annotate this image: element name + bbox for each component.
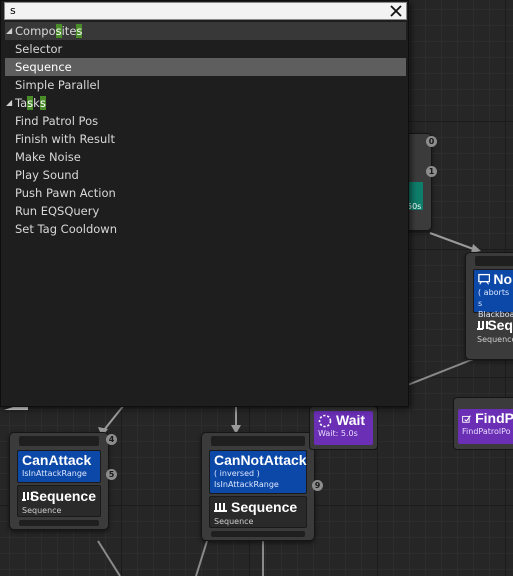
clear-search-button[interactable]: [388, 3, 404, 19]
close-icon: [390, 5, 402, 17]
decorator-sub: IsInAttackRange: [214, 480, 279, 489]
search-input[interactable]: [5, 3, 383, 19]
task-sub: FindPatrolPo: [462, 427, 511, 436]
decorator-title: CanNotAttack: [214, 452, 307, 468]
find-patrol-task-node[interactable]: FindP FindPatrolPo: [453, 397, 513, 450]
list-item-make-noise[interactable]: Make Noise: [5, 148, 406, 166]
index-badge: 1: [426, 166, 437, 177]
wait-icon: [318, 414, 332, 427]
sequence-icon: [22, 491, 33, 501]
decorator-inversed: ( inversed ): [214, 469, 260, 478]
output-pin[interactable]: [19, 520, 99, 526]
collapse-triangle-icon[interactable]: ◢: [5, 94, 15, 112]
composite-title: Sequence: [29, 488, 96, 504]
decorator-sub: IsInAttackRange: [22, 469, 87, 478]
composite-title: Sequence: [231, 499, 298, 515]
action-list: ◢ Composites Selector Sequence Simple Pa…: [5, 22, 406, 238]
blackboard-decorator[interactable]: No ( aborts s Blackboa: [473, 269, 513, 319]
can-attack-decorator[interactable]: CanAttack IsInAttackRange: [17, 450, 101, 483]
list-item-push-pawn-action[interactable]: Push Pawn Action: [5, 184, 406, 202]
category-label: Composites: [15, 24, 83, 38]
wait-task-node[interactable]: Wait Wait: 5.0s: [309, 406, 378, 450]
hidden-node-sub: 50s: [407, 202, 422, 211]
input-pin[interactable]: [211, 436, 305, 446]
list-item-selector[interactable]: Selector: [5, 40, 406, 58]
list-item-set-tag-cooldown[interactable]: Set Tag Cooldown: [5, 220, 406, 238]
category-tasks[interactable]: ◢ Tasks: [5, 94, 406, 112]
output-pin[interactable]: [211, 531, 305, 537]
decorated-sequence-node[interactable]: No ( aborts s Blackboa Seq Sequence: [465, 252, 513, 360]
list-item-sequence[interactable]: Sequence: [5, 58, 406, 76]
index-badge: 4: [106, 434, 117, 445]
can-attack-node[interactable]: 4 CanAttack IsInAttackRange 5 Sequence S…: [9, 432, 117, 530]
category-composites[interactable]: ◢ Composites: [5, 22, 406, 40]
sequence-composite[interactable]: Sequence Sequence: [209, 496, 307, 528]
composite-sub: Sequence: [477, 335, 513, 344]
composite-sub: Sequence: [22, 506, 62, 515]
list-item-run-eqsquery[interactable]: Run EQSQuery: [5, 202, 406, 220]
task-title: Wait: [336, 412, 366, 428]
sequence-icon: [214, 502, 227, 512]
index-badge: 5: [106, 469, 117, 480]
collapse-triangle-icon[interactable]: ◢: [5, 22, 15, 40]
can-not-attack-node[interactable]: 8 CanNotAttack ( inversed ) IsInAttackRa…: [201, 432, 323, 541]
task-title: FindP: [475, 410, 513, 426]
list-item-simple-parallel[interactable]: Simple Parallel: [5, 76, 406, 94]
sequence-composite[interactable]: Seq Sequence: [473, 315, 513, 345]
blackboard-icon: [478, 273, 491, 285]
list-item-find-patrol-pos[interactable]: Find Patrol Pos: [5, 112, 406, 130]
task-icon: [462, 414, 471, 423]
category-label: Tasks: [15, 96, 46, 110]
sequence-composite[interactable]: Sequence Sequence: [17, 485, 101, 517]
node-search-popup[interactable]: ◢ Composites Selector Sequence Simple Pa…: [0, 0, 409, 407]
composite-sub: Sequence: [214, 517, 254, 526]
decorator-aborts: ( aborts s: [478, 288, 510, 308]
composite-title: Seq: [487, 317, 513, 333]
decorator-title: No: [493, 271, 512, 287]
decorator-title: CanAttack: [22, 452, 92, 468]
can-not-attack-decorator[interactable]: CanNotAttack ( inversed ) IsInAttackRang…: [209, 450, 307, 494]
sequence-icon: [477, 320, 488, 330]
list-item-play-sound[interactable]: Play Sound: [5, 166, 406, 184]
list-item-finish-with-result[interactable]: Finish with Result: [5, 130, 406, 148]
index-badge: 0: [426, 136, 437, 147]
task-sub: Wait: 5.0s: [318, 429, 358, 438]
index-badge: 9: [312, 480, 323, 491]
input-pin[interactable]: [475, 256, 513, 266]
search-box[interactable]: [4, 2, 407, 20]
input-pin[interactable]: [19, 436, 99, 446]
